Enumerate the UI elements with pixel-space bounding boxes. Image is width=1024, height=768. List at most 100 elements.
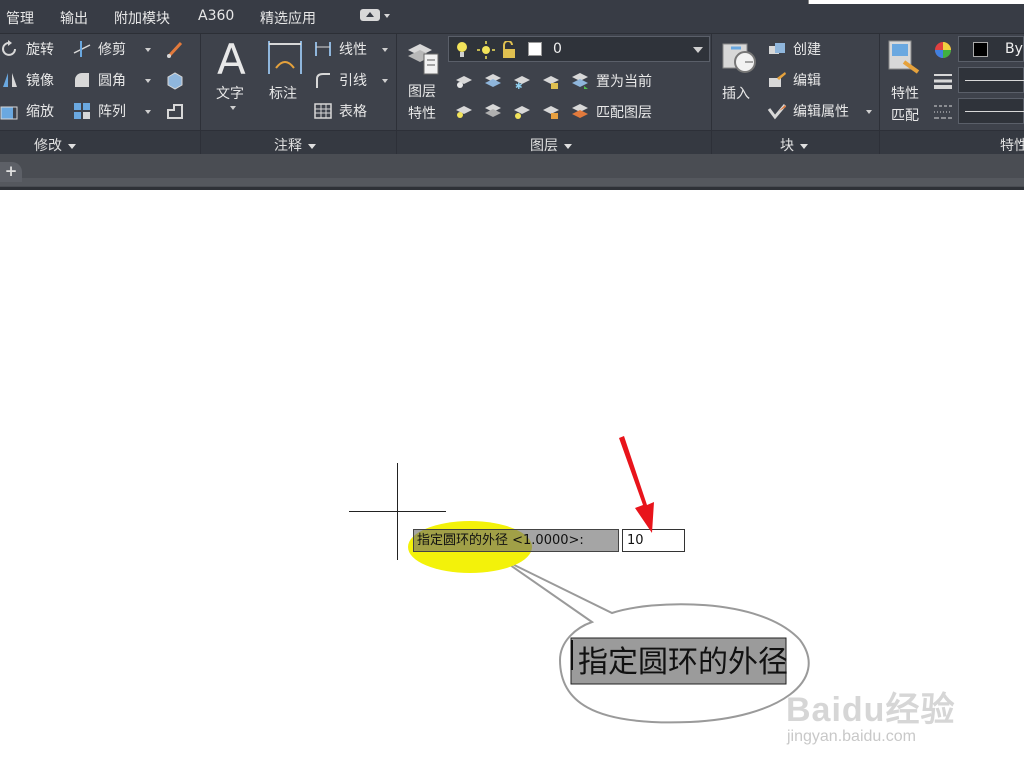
edit-block-button[interactable]: 编辑 [767, 68, 821, 92]
panel-annotation-title: 注释 [274, 138, 302, 154]
dimension-icon[interactable] [266, 38, 304, 78]
leader-label: 引线 [339, 73, 367, 89]
lineweight-icon[interactable] [933, 71, 953, 95]
chevron-down-icon [308, 143, 316, 149]
match-layer-button[interactable]: 匹配图层 [570, 100, 652, 124]
layer-properties-label-1[interactable]: 图层 [408, 81, 436, 101]
solid-edit-button[interactable] [165, 68, 191, 92]
color-dropdown[interactable]: ByL [958, 36, 1024, 62]
layer-on-icon[interactable] [454, 102, 474, 124]
array-button[interactable]: 阵列 [72, 99, 126, 123]
mirror-icon [0, 70, 20, 90]
panel-properties-title: 特性 [1000, 138, 1024, 154]
array-icon [72, 101, 92, 121]
insert-block-icon[interactable] [719, 38, 759, 78]
trim-dropdown-icon[interactable] [145, 48, 151, 52]
edit-attributes-icon [767, 101, 787, 121]
layer-match-icon [570, 102, 590, 122]
menu-featured-apps[interactable]: 精选应用 [260, 8, 316, 28]
layer-unisolate-icon[interactable] [483, 102, 503, 124]
set-current-label: 置为当前 [596, 74, 652, 90]
menu-manage[interactable]: 管理 [6, 8, 34, 28]
match-properties-label-2[interactable]: 匹配 [891, 105, 919, 125]
panel-layers: 图层 特性 0 ✱ 置为当前 匹配图层 图层 [397, 34, 712, 154]
layer-off-icon[interactable] [454, 72, 474, 94]
layer-freeze-icon[interactable]: ✱ [512, 72, 532, 94]
leader-dropdown-icon[interactable] [382, 79, 388, 83]
rotate-button[interactable]: 旋转 [0, 37, 54, 61]
menu-output[interactable]: 输出 [60, 8, 88, 28]
dimension-button-label[interactable]: 标注 [269, 83, 297, 103]
panel-layers-title: 图层 [530, 138, 558, 154]
create-block-button[interactable]: 创建 [767, 37, 821, 61]
panel-properties-footer[interactable]: 特性 [880, 130, 1024, 154]
dynamic-input-value-field[interactable]: 10 [622, 529, 685, 552]
panel-block-title: 块 [780, 138, 794, 154]
dynamic-input-prompt: 指定圆环的外径 <1.0000>: [413, 529, 619, 552]
fillet-button[interactable]: 圆角 [72, 68, 126, 92]
text-dropdown-icon[interactable] [230, 106, 236, 110]
rotate-icon [0, 39, 20, 59]
layer-isolate-icon[interactable] [483, 72, 503, 94]
scale-button[interactable]: 缩放 [0, 99, 54, 123]
panel-block-footer[interactable]: 块 [712, 130, 879, 154]
linear-dropdown-icon[interactable] [382, 48, 388, 52]
layer-dropdown[interactable]: 0 [448, 36, 710, 62]
ribbon-minimize-icon[interactable] [360, 9, 380, 21]
linetype-icon[interactable] [933, 102, 953, 126]
chevron-down-icon [564, 143, 572, 149]
linear-dim-button[interactable]: 线性 [313, 37, 367, 61]
offset-button[interactable] [165, 99, 191, 123]
color-swatch [973, 42, 988, 57]
mirror-button[interactable]: 镜像 [0, 68, 54, 92]
brush-button[interactable] [165, 37, 191, 61]
insert-button-label[interactable]: 插入 [722, 83, 750, 103]
trim-button[interactable]: 修剪 [72, 37, 126, 61]
scale-icon [0, 101, 20, 121]
chevron-down-icon[interactable] [384, 14, 390, 18]
panel-modify: 旋转 修剪 镜像 圆角 缩放 阵列 修改 [0, 34, 201, 154]
tab-strip [0, 178, 1024, 186]
fillet-dropdown-icon[interactable] [145, 79, 151, 83]
match-properties-label-1[interactable]: 特性 [891, 83, 919, 103]
match-properties-icon[interactable] [886, 38, 922, 78]
edit-block-icon [767, 70, 787, 90]
set-current-button[interactable]: 置为当前 [570, 69, 652, 93]
array-dropdown-icon[interactable] [145, 110, 151, 114]
text-icon[interactable]: A [215, 35, 251, 84]
svg-text:✱: ✱ [515, 82, 523, 90]
new-tab-plus-icon[interactable]: + [0, 162, 22, 182]
table-label: 表格 [339, 104, 367, 120]
panel-properties: 特性 匹配 ByL 特性 [880, 34, 1024, 154]
panel-annotation-footer[interactable]: 注释 [201, 130, 396, 154]
edit-attributes-button[interactable]: 编辑属性 [767, 99, 849, 123]
current-layer-name: 0 [553, 41, 562, 57]
layer-unlock-icon[interactable] [541, 102, 561, 124]
edit-attributes-dropdown-icon[interactable] [866, 110, 872, 114]
edit-block-label: 编辑 [793, 73, 821, 89]
panel-layers-footer[interactable]: 图层 [397, 130, 711, 154]
layer-lock-icon[interactable] [541, 72, 561, 94]
panel-modify-title: 修改 [34, 138, 62, 154]
chevron-down-icon [800, 143, 808, 149]
lineweight-dropdown[interactable] [958, 67, 1024, 93]
unlock-icon [501, 40, 517, 63]
layer-current-icon [570, 71, 590, 91]
menu-a360[interactable]: A360 [198, 8, 234, 24]
linetype-dropdown[interactable] [958, 98, 1024, 124]
layer-properties-label-2[interactable]: 特性 [408, 103, 436, 123]
layer-thaw-icon[interactable] [512, 102, 532, 124]
menu-addins[interactable]: 附加模块 [114, 8, 170, 28]
baidu-watermark-logo: Baidu经验 [786, 691, 956, 729]
chevron-down-icon [68, 143, 76, 149]
color-wheel-icon[interactable] [933, 40, 953, 64]
leader-button[interactable]: 引线 [313, 68, 367, 92]
panel-modify-footer[interactable]: 修改 [0, 130, 200, 154]
menu-bar: 管理 输出 附加模块 A360 精选应用 [0, 0, 1024, 34]
mirror-label: 镜像 [26, 73, 54, 89]
layer-properties-icon[interactable] [404, 38, 440, 78]
text-button-label[interactable]: 文字 [216, 83, 244, 103]
ribbon: 旋转 修剪 镜像 圆角 缩放 阵列 修改 A 文字 标注 线性 引线 表格 注释… [0, 34, 1024, 154]
table-button[interactable]: 表格 [313, 99, 367, 123]
callout-text: 指定圆环的外径 [578, 645, 788, 680]
